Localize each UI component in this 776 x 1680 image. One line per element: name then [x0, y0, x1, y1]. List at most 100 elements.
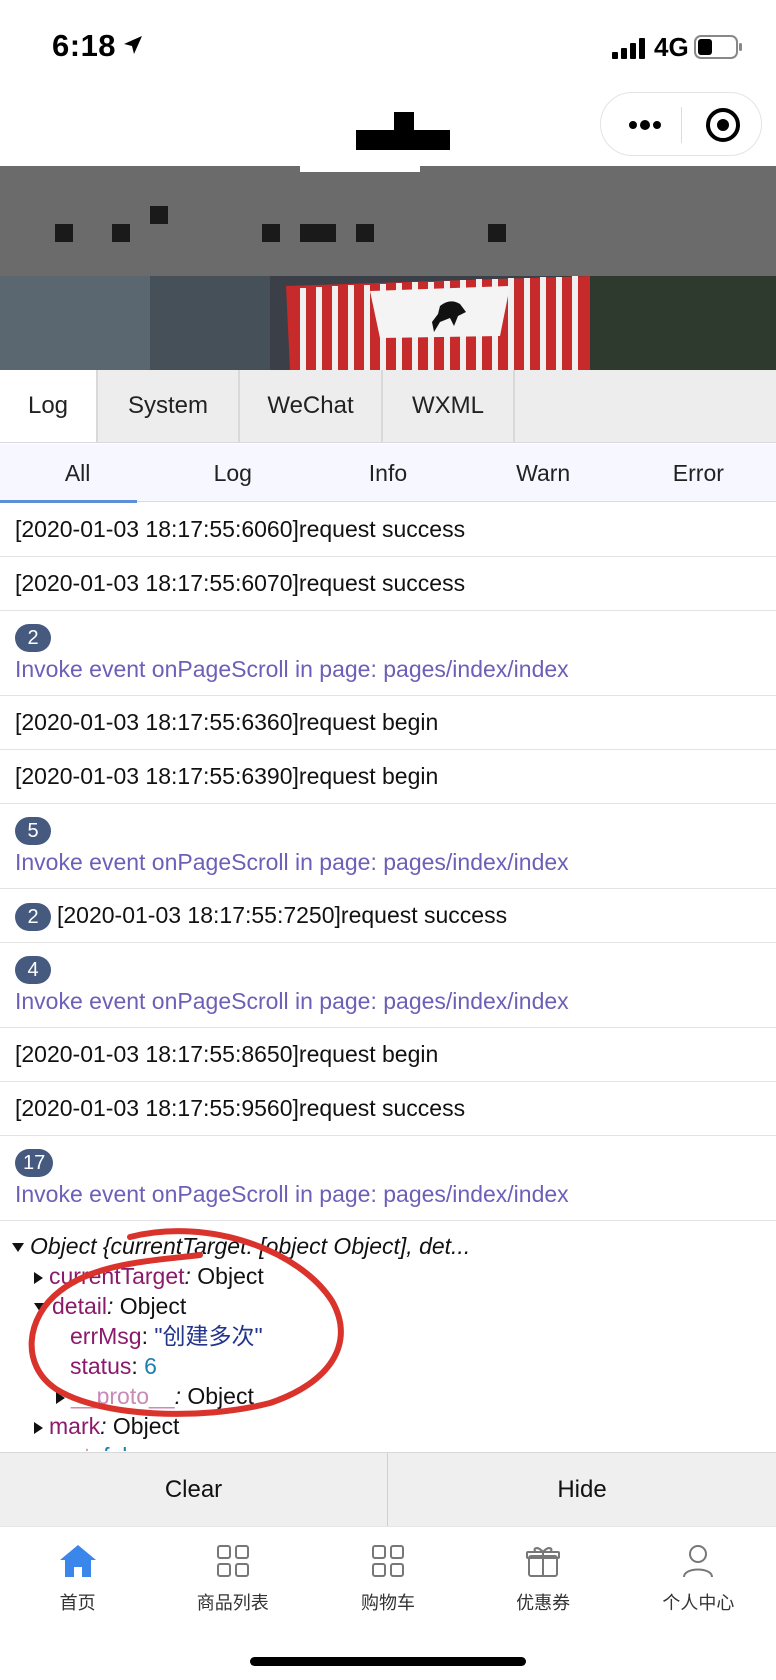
collapse-triangle-icon[interactable]: [12, 1243, 24, 1253]
prop-key: detail: [52, 1293, 107, 1319]
tabbar-item-home[interactable]: 首页: [0, 1527, 155, 1627]
log-row: [2020-01-03 18:17:55:6070]request succes…: [0, 557, 776, 611]
filter-warn[interactable]: Warn: [466, 444, 621, 502]
repeat-count-badge: 4: [15, 955, 51, 984]
network-type: 4G: [654, 32, 689, 62]
tabbar-label: 个人中心: [662, 1593, 735, 1614]
log-row: [2020-01-03 18:17:55:6360]request begin: [0, 696, 776, 750]
log-text: Invoke event onPageScroll in page: pages…: [15, 848, 569, 875]
log-row: [2020-01-03 18:17:55:6390]request begin: [0, 750, 776, 804]
log-list[interactable]: [2020-01-03 18:17:55:6060]request succes…: [0, 503, 776, 1451]
log-text: Invoke event onPageScroll in page: pages…: [15, 655, 569, 682]
object-prop-mut: mut: false: [12, 1441, 776, 1451]
expand-triangle-icon[interactable]: [34, 1271, 43, 1284]
prop-value: 6: [144, 1353, 157, 1379]
expand-triangle-icon[interactable]: [34, 1421, 43, 1434]
log-row: [2020-01-03 18:17:55:6060]request succes…: [0, 503, 776, 557]
prop-value: Object: [197, 1263, 264, 1289]
repeat-count-badge: 17: [15, 1148, 54, 1177]
tabbar-label: 商品列表: [196, 1593, 269, 1614]
repeat-count-badge: 2: [15, 902, 51, 931]
tab-log[interactable]: Log: [0, 370, 98, 442]
status-bar: 6:18 4G: [0, 0, 776, 92]
hide-button[interactable]: Hide: [388, 1453, 776, 1527]
prop-key: currentTarget: [49, 1263, 185, 1289]
mini-program-capsule: [600, 92, 762, 156]
clear-button[interactable]: Clear: [0, 1453, 388, 1527]
repeat-count-badge: 5: [15, 816, 51, 845]
filter-error[interactable]: Error: [621, 444, 776, 502]
log-row: 4 Invoke event onPageScroll in page: pag…: [0, 943, 776, 1028]
log-text: [2020-01-03 18:17:55:8650]request begin: [15, 1041, 439, 1067]
home-indicator: [250, 1657, 526, 1666]
tabbar-label: 购物车: [360, 1593, 415, 1614]
log-text: [2020-01-03 18:17:55:6060]request succes…: [15, 516, 466, 542]
object-prop-detail[interactable]: detail: Object: [12, 1291, 776, 1321]
banner-image: [0, 166, 776, 370]
home-icon: [59, 1545, 96, 1577]
object-prop-currenttarget[interactable]: currentTarget: Object: [12, 1261, 776, 1291]
console-actions: Clear Hide: [0, 1452, 776, 1527]
log-text: [2020-01-03 18:17:55:6070]request succes…: [15, 570, 466, 596]
prop-value: Object: [119, 1293, 187, 1319]
log-text: Invoke event onPageScroll in page: pages…: [15, 1180, 569, 1207]
log-row: 17 Invoke event onPageScroll in page: pa…: [0, 1136, 776, 1221]
tab-wxml[interactable]: WXML: [383, 370, 515, 442]
grid-icon: [371, 1545, 404, 1577]
banner-photo: [0, 166, 776, 370]
log-text: [2020-01-03 18:17:55:9560]request succes…: [15, 1095, 466, 1121]
more-icon[interactable]: [625, 111, 665, 139]
log-row: 2 [2020-01-03 18:17:55:7250]request succe…: [0, 889, 776, 943]
object-prop-proto[interactable]: __proto__: Object: [12, 1381, 776, 1411]
prop-key: status: [70, 1353, 132, 1379]
tabbar-label: 优惠券: [516, 1593, 571, 1614]
capsule-divider: [681, 107, 682, 143]
prop-key: mut: [52, 1443, 90, 1451]
tabbar-item-coupons[interactable]: 优惠券: [466, 1527, 621, 1627]
tab-system[interactable]: System: [98, 370, 240, 442]
filter-info[interactable]: Info: [310, 444, 465, 502]
object-prop-mark[interactable]: mark: Object: [12, 1411, 776, 1441]
prop-value: "创建多次": [154, 1323, 263, 1349]
log-text: Invoke event onPageScroll in page: pages…: [15, 987, 569, 1014]
grid-icon: [216, 1545, 249, 1577]
close-mini-program-icon[interactable]: [703, 105, 743, 145]
tabbar-item-product-list[interactable]: 商品列表: [155, 1527, 310, 1627]
object-prop-status: status: 6: [70, 1353, 157, 1379]
user-icon: [683, 1545, 714, 1578]
prop-key: mark: [49, 1413, 101, 1439]
tab-wechat[interactable]: WeChat: [240, 370, 383, 442]
log-filter-tabs: All Log Info Warn Error: [0, 444, 776, 503]
prop-value: false: [103, 1443, 152, 1451]
log-row: [2020-01-03 18:17:55:8650]request begin: [0, 1028, 776, 1082]
repeat-count-badge: 2: [15, 623, 51, 652]
tabbar-item-profile[interactable]: 个人中心: [621, 1527, 776, 1627]
object-tree: Object {currentTarget: [object Object], …: [0, 1221, 776, 1451]
log-text: [2020-01-03 18:17:55:6360]request begin: [15, 709, 439, 735]
status-time: 6:18: [52, 28, 117, 63]
gift-icon: [526, 1547, 561, 1577]
log-text: [2020-01-03 18:17:55:7250]request succes…: [57, 902, 508, 928]
location-arrow-icon: [124, 36, 142, 54]
log-text: [2020-01-03 18:17:55:6390]request begin: [15, 763, 439, 789]
signal-icon: [612, 38, 645, 59]
vconsole-tabs: Log System WeChat WXML: [0, 370, 776, 443]
expand-triangle-icon[interactable]: [56, 1391, 65, 1404]
prop-key: __proto__: [71, 1383, 175, 1409]
tabbar-item-cart[interactable]: 购物车: [310, 1527, 465, 1627]
collapse-triangle-icon[interactable]: [34, 1303, 46, 1313]
prop-value: Object: [187, 1383, 254, 1409]
nav-title-redacted: [356, 112, 450, 150]
nav-bar: [0, 92, 776, 166]
prop-key: errMsg: [70, 1323, 142, 1349]
battery-icon: [694, 35, 742, 59]
filter-all[interactable]: All: [0, 444, 155, 503]
prop-value: Object: [112, 1413, 180, 1439]
object-prop-errmsg: errMsg: "创建多次": [70, 1323, 263, 1349]
log-row: [2020-01-03 18:17:55:9560]request succes…: [0, 1082, 776, 1136]
object-summary-text: Object {currentTarget: [object Object], …: [30, 1233, 471, 1259]
object-summary[interactable]: Object {currentTarget: [object Object], …: [12, 1231, 776, 1261]
filter-log[interactable]: Log: [155, 444, 310, 502]
tabbar-label: 首页: [59, 1593, 96, 1614]
log-row: 2 Invoke event onPageScroll in page: pag…: [0, 611, 776, 696]
